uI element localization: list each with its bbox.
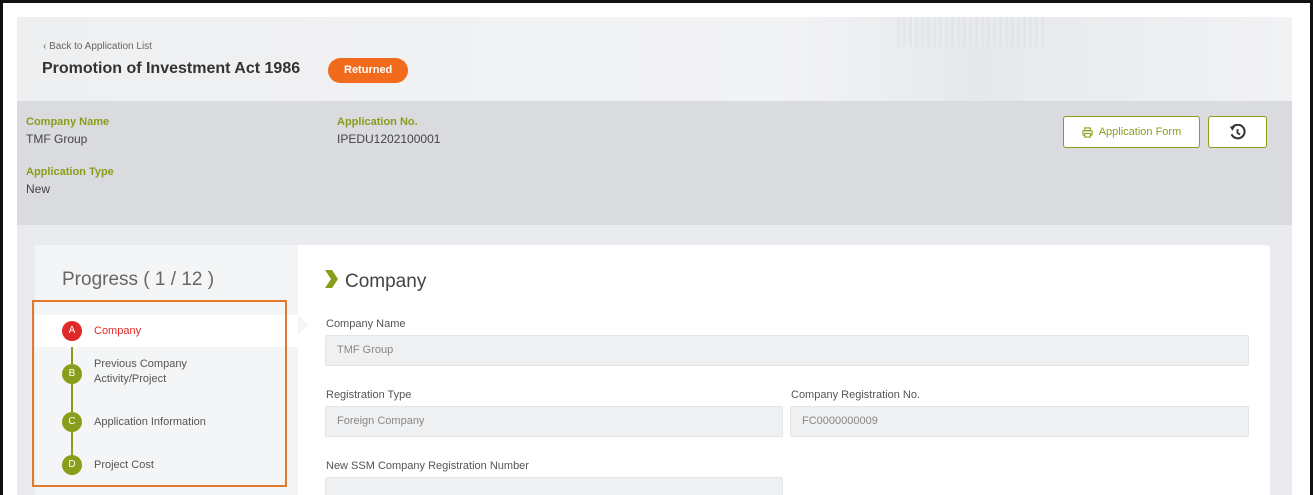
application-type-label: Application Type — [26, 166, 114, 178]
new-ssm-reg-no-label: New SSM Company Registration Number — [326, 460, 529, 472]
page-header: ‹ Back to Application List Promotion of … — [17, 17, 1292, 101]
application-type-value: New — [26, 182, 51, 196]
chevron-right-icon — [323, 269, 339, 295]
company-name-value: TMF Group — [26, 132, 88, 146]
section-heading: Company — [323, 269, 426, 295]
new-ssm-reg-no-field[interactable] — [325, 477, 783, 495]
active-step-pointer — [298, 315, 308, 335]
history-button[interactable] — [1208, 116, 1267, 148]
print-icon — [1082, 126, 1093, 138]
registration-type-field[interactable]: Foreign Company — [325, 406, 783, 437]
history-icon — [1229, 123, 1246, 141]
company-reg-no-field[interactable]: FC0000000009 — [790, 406, 1249, 437]
company-reg-no-label: Company Registration No. — [791, 389, 921, 401]
application-form-label: Application Form — [1098, 126, 1182, 138]
company-name-field-label: Company Name — [326, 318, 406, 330]
header-decoration — [897, 17, 1047, 47]
company-name-field[interactable]: TMF Group — [325, 335, 1249, 366]
status-badge: Returned — [328, 58, 409, 83]
application-no-value: IPEDU1202100001 — [337, 132, 441, 146]
back-to-list-link[interactable]: ‹ Back to Application List — [43, 41, 152, 52]
application-form-button[interactable]: Application Form — [1063, 116, 1200, 148]
registration-type-label: Registration Type — [326, 389, 412, 401]
page-title: Promotion of Investment Act 1986 — [42, 60, 301, 77]
progress-steps-highlight — [32, 300, 287, 487]
section-title: Company — [345, 271, 427, 292]
company-name-label: Company Name — [26, 116, 110, 128]
application-no-label: Application No. — [337, 116, 418, 128]
application-summary: Company Name TMF Group Application No. I… — [17, 101, 1292, 225]
progress-title: Progress ( 1 / 12 ) — [62, 269, 215, 290]
